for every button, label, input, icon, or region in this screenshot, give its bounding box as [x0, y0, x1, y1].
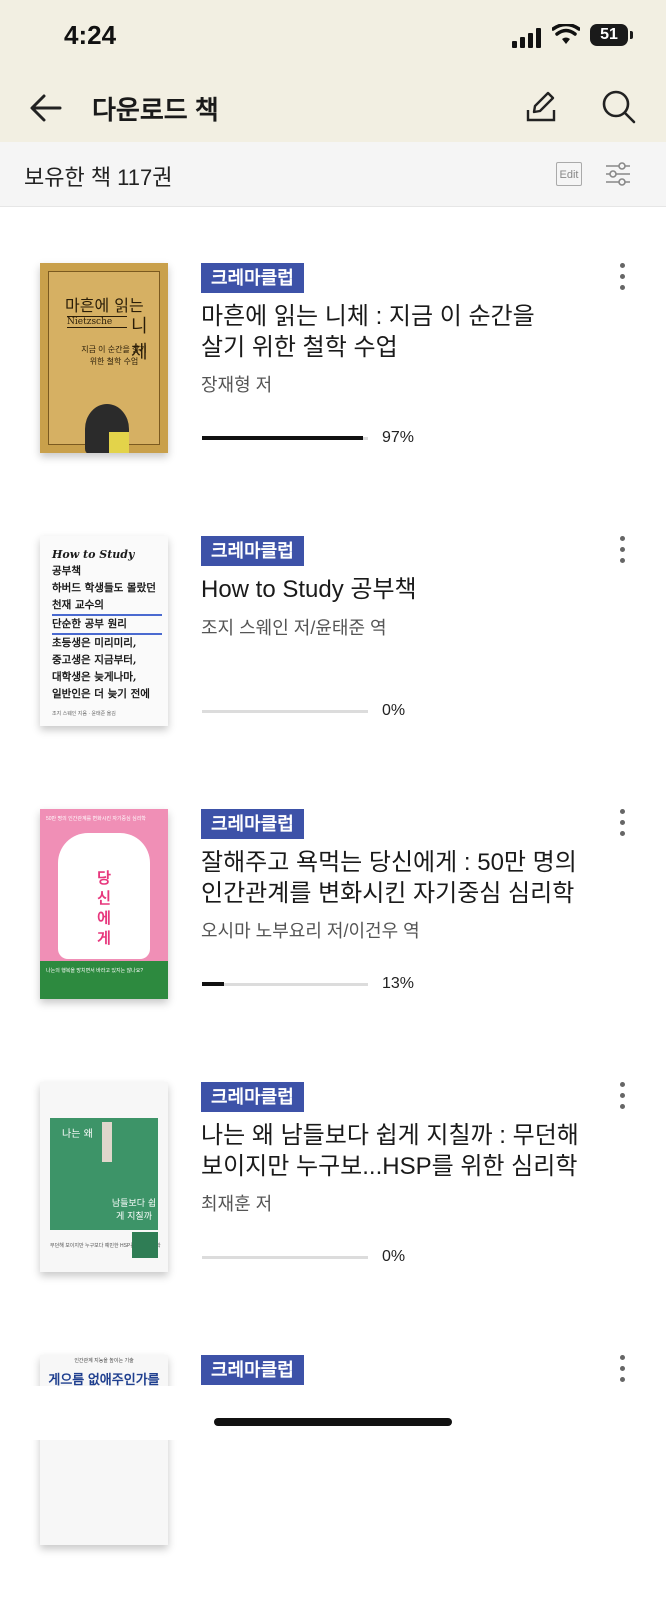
more-options-icon[interactable] — [617, 263, 627, 295]
book-title-line: 마흔에 읽는 니체 : 지금 이 순간을 — [201, 303, 535, 330]
edit-mode-button[interactable]: Edit — [556, 162, 582, 186]
book-title: 마흔에 읽는 니체 : 지금 이 순간을 살기 위한 철학 수업 — [201, 301, 601, 363]
book-item[interactable]: 나는 왜 남들보다 쉽게 지칠까 무던해 보이지만 누구보다 예민한 HSP를 … — [0, 1082, 666, 1332]
progress-bar — [202, 1256, 368, 1259]
book-title-line: 인간관계를 변화시킨 자기중심 심리학 — [201, 880, 575, 907]
cover-title-left: 나는 왜 — [62, 1129, 93, 1140]
book-cover[interactable]: How to Study 공부책 하버드 학생들도 몰랐던 천재 교수의 단순한… — [40, 536, 168, 726]
status-time: 4:24 — [64, 20, 117, 50]
cover-tagline: 50만 명의 인간관계를 변화시킨 자기중심 심리학 — [46, 816, 146, 822]
portrait-collar — [109, 432, 129, 453]
more-options-icon[interactable] — [617, 1082, 627, 1114]
progress-bar — [202, 710, 368, 713]
edit-pencil-icon[interactable] — [522, 88, 560, 126]
cover-line: 중고생은 지금부터, — [52, 654, 137, 666]
book-cover[interactable]: 50만 명의 인간관계를 변화시킨 자기중심 심리학 당신에게 나는의 행복을 … — [40, 809, 168, 999]
battery-tip — [630, 31, 633, 39]
filter-sliders-icon[interactable] — [604, 160, 632, 188]
progress-percent: 97% — [382, 429, 415, 446]
progress-bar — [202, 436, 368, 440]
progress-bar — [202, 982, 368, 986]
cover-frame: 마흔에 읽는 Nietzsche 니체 지금 이 순간을 살기 위한 철학 수업 — [48, 271, 160, 453]
book-cover[interactable]: 나는 왜 남들보다 쉽게 지칠까 무던해 보이지만 누구보다 예민한 HSP를 … — [40, 1082, 168, 1272]
book-author: 최재훈 저 — [201, 1194, 273, 1214]
crema-club-badge: 크레마클럽 — [201, 536, 304, 566]
cover-line: 하버드 학생들도 몰랐던 — [52, 582, 156, 594]
progress-percent: 0% — [382, 1248, 406, 1265]
book-title-line: 잘해주고 욕먹는 당신에게 : 50만 명의 — [201, 849, 577, 876]
crema-club-badge: 크레마클럽 — [201, 809, 304, 839]
cover-tagline: 인간관계 지능을 높이는 기술 — [74, 1358, 134, 1364]
progress-fill — [202, 436, 364, 440]
search-icon[interactable] — [600, 88, 638, 126]
cover-vertical-title: 당신에게 — [97, 870, 111, 947]
cover-line: 공부책 — [52, 565, 81, 577]
cellular-signal-icon — [512, 28, 541, 48]
crema-club-badge: 크레마클럽 — [201, 1082, 304, 1112]
book-title-line: 나는 왜 남들보다 쉽게 지칠까 : 무던해 — [201, 1122, 579, 1149]
nav-bar: 다운로드 책 — [0, 74, 666, 142]
cover-green-box — [132, 1232, 158, 1258]
book-title-line: 보이지만 누구보...HSP를 위한 심리학 — [201, 1153, 578, 1180]
book-item[interactable]: 마흔에 읽는 Nietzsche 니체 지금 이 순간을 살기 위한 철학 수업… — [0, 263, 666, 513]
book-author: 조지 스웨인 저/윤태준 역 — [201, 618, 387, 638]
cover-description: 지금 이 순간을 살기 위한 철학 수업 — [81, 345, 147, 366]
library-toolbar: 보유한 책 117권 Edit — [0, 142, 666, 207]
bottom-safe-area — [0, 1386, 666, 1440]
wifi-icon — [552, 24, 580, 44]
book-author: 오시마 노부요리 저/이건우 역 — [201, 921, 420, 941]
crema-club-badge: 크레마클럽 — [201, 263, 304, 293]
cover-band-text: 나는의 행복을 망치면서 바라고 있지는 않나요? — [46, 968, 144, 974]
cover-line: How to Study — [52, 548, 135, 561]
page-title: 다운로드 책 — [92, 95, 219, 125]
home-indicator[interactable] — [214, 1418, 452, 1426]
book-author: 장재형 저 — [201, 375, 273, 395]
book-cover[interactable]: 인간관계 지능을 높이는 기술 게으름 없애주인가를 — [40, 1355, 168, 1545]
progress-fill — [202, 982, 224, 986]
cover-figure — [102, 1122, 112, 1162]
book-item[interactable]: How to Study 공부책 하버드 학생들도 몰랐던 천재 교수의 단순한… — [0, 536, 666, 786]
more-options-icon[interactable] — [617, 1355, 627, 1387]
status-bar: 4:24 51 — [0, 0, 666, 74]
book-item[interactable]: 50만 명의 인간관계를 변화시킨 자기중심 심리학 당신에게 나는의 행복을 … — [0, 809, 666, 1059]
book-count-label: 보유한 책 117권 — [24, 165, 173, 190]
progress-percent: 13% — [382, 975, 415, 992]
book-title-line: 살기 위한 철학 수업 — [201, 334, 398, 361]
book-cover[interactable]: 마흔에 읽는 Nietzsche 니체 지금 이 순간을 살기 위한 철학 수업 — [40, 263, 168, 453]
cover-band: 나는의 행복을 망치면서 바라고 있지는 않나요? — [40, 961, 168, 999]
cover-text: How to Study 공부책 하버드 학생들도 몰랐던 천재 교수의 단순한… — [52, 546, 162, 703]
cover-title-right: 남들보다 쉽게 지칠까 — [111, 1199, 157, 1222]
cover-credits: 조지 스웨인 지음 · 윤태준 옮김 — [52, 711, 116, 717]
book-title: How to Study 공부책 — [201, 574, 601, 605]
book-title: 나는 왜 남들보다 쉽게 지칠까 : 무던해 보이지만 누구보...HSP를 위… — [201, 1120, 601, 1182]
battery-icon: 51 — [590, 24, 628, 46]
more-options-icon[interactable] — [617, 809, 627, 841]
cover-green-panel: 나는 왜 남들보다 쉽게 지칠까 — [50, 1118, 158, 1230]
cover-line: 일반인은 더 늦기 전에 — [52, 688, 150, 700]
more-options-icon[interactable] — [617, 536, 627, 568]
cover-line: 대학생은 늦게나마, — [52, 671, 137, 683]
cover-line: 천재 교수의 — [52, 597, 162, 616]
back-arrow-icon[interactable] — [28, 90, 64, 126]
crema-club-badge: 크레마클럽 — [201, 1355, 304, 1385]
cover-line: 단순한 공부 원리 — [52, 616, 162, 635]
book-title-line: How to Study 공부책 — [201, 576, 417, 603]
cover-subtitle: Nietzsche — [67, 316, 127, 328]
progress-percent: 0% — [382, 702, 406, 719]
book-title: 잘해주고 욕먹는 당신에게 : 50만 명의 인간관계를 변화시킨 자기중심 심… — [201, 847, 601, 909]
cover-line: 초등생은 미리미리, — [52, 637, 137, 649]
